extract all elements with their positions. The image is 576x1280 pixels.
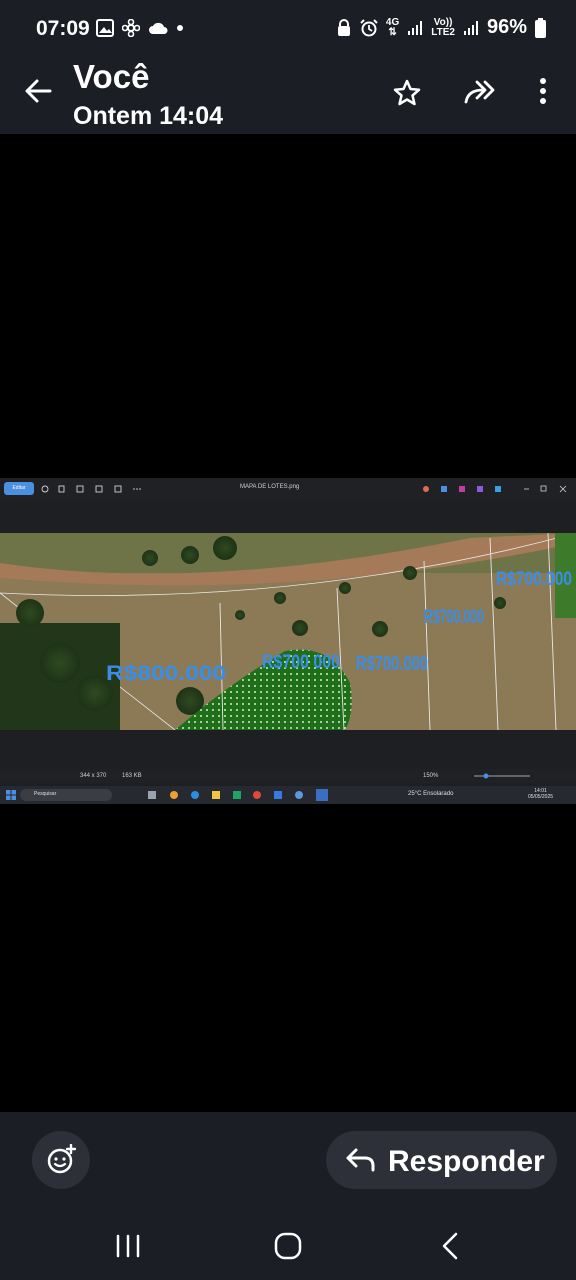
reply-arrow-icon xyxy=(346,1148,375,1172)
taskbar-search-box: Pesquisar xyxy=(20,789,112,801)
edit-tool-button: Editar xyxy=(4,482,34,495)
dot-icon xyxy=(177,25,183,31)
cloud-icon xyxy=(149,22,168,34)
battery-icon xyxy=(535,17,546,38)
taskbar-app-icons xyxy=(148,789,328,801)
status-notification-icons xyxy=(96,19,184,37)
image-file-size: 163 KB xyxy=(122,773,142,779)
taskbar-weather: 25°C Ensolarado xyxy=(408,791,454,797)
windows-taskbar: Pesquisar 25°C Ensolarado 14:01 05/05/202… xyxy=(0,786,576,804)
forward-icon[interactable] xyxy=(463,78,497,106)
viewer-header: Você Ontem 14:04 xyxy=(0,58,576,134)
add-reaction-button[interactable] xyxy=(32,1131,90,1189)
sender-name: Você xyxy=(73,58,150,95)
viewer-toolbar-icons xyxy=(41,485,141,493)
taskbar-clock: 14:01 05/05/2025 xyxy=(528,788,554,800)
emoji-add-icon xyxy=(47,1144,77,1174)
recent-apps-icon[interactable] xyxy=(115,1234,141,1258)
zoom-level: 150% xyxy=(423,773,439,779)
system-navigation-bar xyxy=(0,1210,576,1280)
lot-price-right-b: R$700.000 xyxy=(496,569,572,590)
reply-bar: Responder xyxy=(0,1112,576,1210)
image-file-name: MAPA DE LOTES.png xyxy=(240,484,300,490)
reply-button[interactable]: Responder xyxy=(326,1131,557,1189)
back-nav-icon[interactable] xyxy=(441,1232,459,1260)
status-time: 07:09 xyxy=(36,17,90,40)
message-timestamp: Ontem 14:04 xyxy=(73,102,224,130)
back-arrow-icon[interactable] xyxy=(22,75,54,107)
more-options-icon[interactable] xyxy=(530,76,556,106)
status-system-icons: 4G ⇅ Vo)) LTE2 96% xyxy=(336,16,546,39)
network-volte: Vo)) LTE2 xyxy=(431,16,455,38)
windows-start-icon xyxy=(6,790,16,800)
lot-price-green: R$700 000 xyxy=(262,652,340,673)
window-controls-icons xyxy=(423,485,567,493)
zoom-slider-icon xyxy=(474,773,530,779)
home-icon[interactable] xyxy=(274,1232,302,1260)
image-viewer-toolbar: Editar MAPA DE LOTES.png xyxy=(0,478,576,500)
signal-icon xyxy=(408,20,423,35)
alarm-icon xyxy=(360,18,378,36)
lot-price-right-a: R$700.000 xyxy=(424,607,484,628)
lot-price-mid: R$700.000 xyxy=(356,653,428,675)
lock-icon xyxy=(337,18,350,36)
signal-2-icon xyxy=(463,20,478,35)
image-dimensions: 344 x 370 xyxy=(80,773,107,779)
reply-label: Responder xyxy=(388,1145,545,1178)
battery-percent: 96% xyxy=(486,16,527,38)
gallery-icon xyxy=(96,19,114,37)
lot-price-left: R$800.000 xyxy=(106,662,226,685)
star-icon[interactable] xyxy=(392,78,422,108)
satellite-lot-map: R$800.000 R$700 000 R$700.000 R$700.000 … xyxy=(0,533,576,730)
pinwheel-icon xyxy=(122,19,140,37)
shared-image[interactable]: Editar MAPA DE LOTES.png R$800.000 R$700… xyxy=(0,478,576,804)
network-4g: 4G ⇅ xyxy=(385,16,400,38)
status-bar: 07:09 4G ⇅ Vo)) LTE2 96% xyxy=(0,0,576,58)
image-viewer-status-row: 344 x 370 163 KB 150% xyxy=(0,769,576,783)
